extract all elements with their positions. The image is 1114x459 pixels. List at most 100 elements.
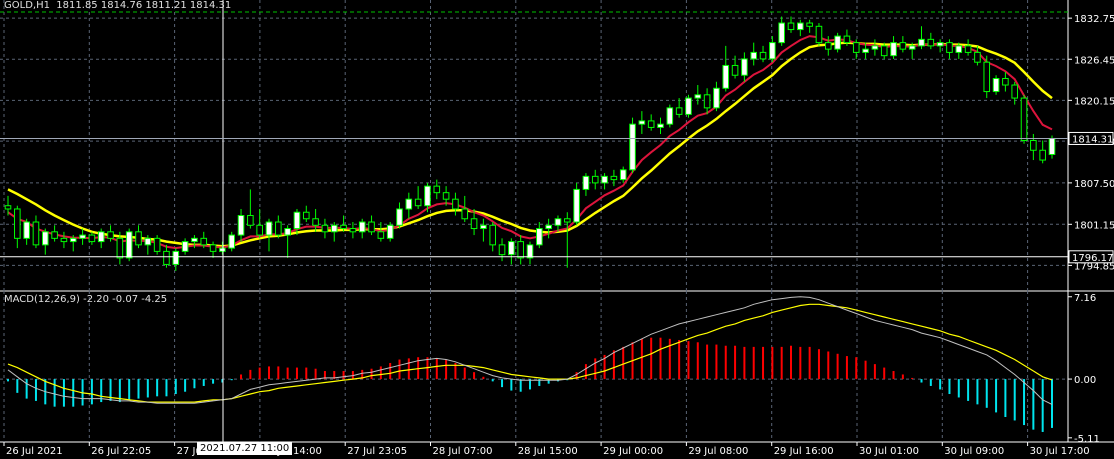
candle-body <box>508 241 515 256</box>
candle-body <box>834 35 841 50</box>
candle-body <box>638 120 646 125</box>
candle-body <box>191 237 198 243</box>
macd-tick-label: 7.16 <box>1074 293 1096 304</box>
candle-body <box>1039 149 1046 161</box>
candle-body <box>79 234 86 239</box>
candle-body <box>983 61 991 93</box>
candle-body <box>536 228 543 246</box>
price-tick-label: 1801.15 <box>1074 220 1114 231</box>
candle-body <box>601 175 608 184</box>
candle-body <box>32 221 40 246</box>
candle-body <box>610 175 618 181</box>
moving-averages <box>7 35 1053 250</box>
candle-body <box>14 208 21 239</box>
candle-body <box>797 22 804 31</box>
macd-panel <box>7 296 1053 432</box>
time-tick-label: 27 Jul 23:05 <box>347 446 407 457</box>
candle-body <box>526 244 534 259</box>
candle-body <box>582 175 590 190</box>
candle-body <box>750 51 758 60</box>
candle-body <box>563 218 571 223</box>
candle-body <box>741 58 748 76</box>
candle-body <box>386 224 394 239</box>
candle-body <box>209 244 217 252</box>
candle-body <box>153 237 161 252</box>
symbol-ohlc-label: GOLD,H1 1811.85 1814.76 1811.21 1814.31 <box>4 0 232 11</box>
price-chart[interactable]: 1832.751826.451820.151813.901807.501801.… <box>0 0 1114 459</box>
candle-body <box>880 45 888 57</box>
candle-body <box>107 231 114 239</box>
candle-body <box>69 237 77 243</box>
candle-body <box>890 42 897 57</box>
candle-body <box>237 215 245 236</box>
price-tick-label: 1826.45 <box>1074 55 1114 66</box>
candle-body <box>946 42 953 53</box>
candle-body <box>424 185 431 207</box>
candle-body <box>778 22 785 44</box>
candle-body <box>852 42 860 53</box>
candle-body <box>470 218 478 230</box>
candle-body <box>302 211 310 220</box>
candle-body <box>908 45 916 50</box>
candle-body <box>675 107 683 115</box>
candle-body <box>321 224 329 233</box>
macd-tick-label: -5.11 <box>1074 434 1100 445</box>
candle-body <box>480 224 487 230</box>
candle-body <box>1020 97 1028 141</box>
candle-body <box>1011 84 1019 99</box>
candle-body <box>964 45 972 53</box>
price-tick-label: 1807.50 <box>1074 179 1114 190</box>
candle-body <box>647 120 655 128</box>
slow-ma-line <box>7 41 1053 248</box>
candle-body <box>163 250 170 265</box>
candle-body <box>200 237 208 246</box>
candle-body <box>284 228 291 236</box>
candle-body <box>88 234 96 243</box>
candle-body <box>247 215 254 226</box>
macd-indicator-label: MACD(12,26,9) -2.20 -0.07 -4.25 <box>4 294 168 305</box>
candle-body <box>992 78 1000 93</box>
candle-body <box>666 107 674 125</box>
candle-body <box>116 237 124 259</box>
time-tick-label: 28 Jul 07:00 <box>433 446 493 457</box>
candle-body <box>368 221 375 233</box>
candle-body <box>1048 137 1056 156</box>
candle-body <box>619 169 627 181</box>
time-tick-label: 26 Jul 22:05 <box>91 446 151 457</box>
time-tick-label: 29 Jul 08:00 <box>688 446 748 457</box>
crosshair-price-label: 1796.17 <box>1072 253 1113 264</box>
candle-body <box>489 224 497 246</box>
candle-body <box>899 42 907 50</box>
bid-price-label: 1814.31 <box>1072 134 1113 145</box>
candle-body <box>806 22 813 27</box>
candle-body <box>554 218 562 226</box>
candle-body <box>461 208 469 220</box>
time-tick-label: 30 Jul 01:00 <box>859 446 919 457</box>
candle-body <box>330 224 338 233</box>
time-tick-label: 29 Jul 16:00 <box>774 446 834 457</box>
price-tick-label: 1832.75 <box>1074 14 1114 25</box>
candle-body <box>312 218 319 226</box>
candle-body <box>731 64 739 76</box>
candle-body <box>396 208 403 226</box>
candle-body <box>377 231 385 239</box>
candle-body <box>4 205 12 210</box>
candle-body <box>629 123 636 171</box>
candle-body <box>815 25 823 44</box>
candles <box>4 16 1056 271</box>
fast-ma-line <box>7 35 1053 250</box>
candle-body <box>414 198 422 207</box>
candle-body <box>293 211 301 230</box>
candle-body <box>1002 78 1009 86</box>
candle-body <box>927 38 935 47</box>
price-tick-label: 1820.15 <box>1074 96 1114 107</box>
candle-body <box>181 241 189 252</box>
candle-body <box>517 241 524 259</box>
candle-body <box>97 231 105 243</box>
candle-body <box>759 51 767 60</box>
candle-body <box>349 228 357 233</box>
candle-body <box>405 198 413 210</box>
time-tick-label: 29 Jul 00:00 <box>603 446 663 457</box>
candle-body <box>955 45 963 53</box>
candle-body <box>936 42 944 47</box>
